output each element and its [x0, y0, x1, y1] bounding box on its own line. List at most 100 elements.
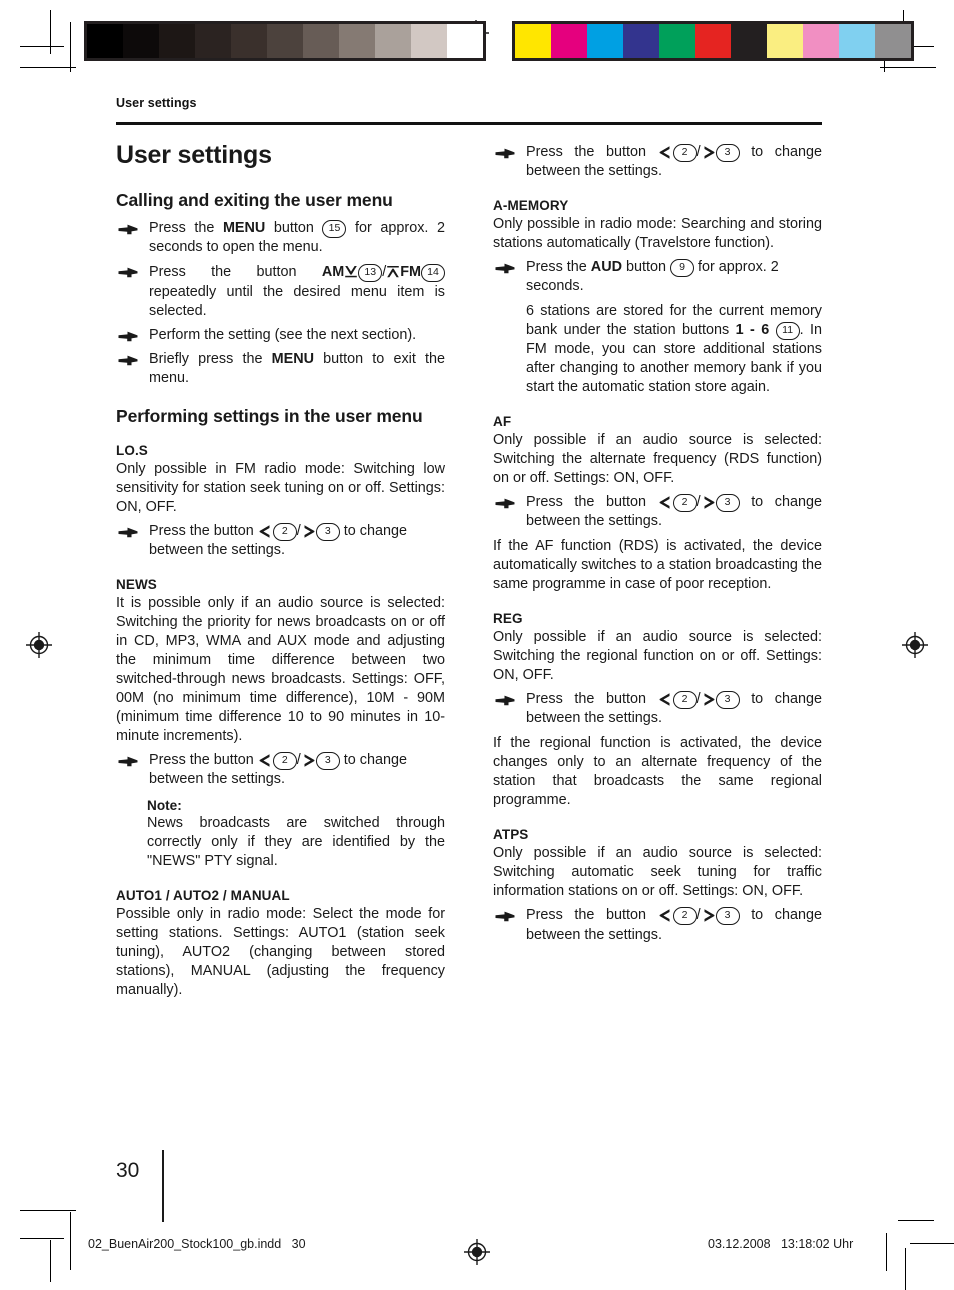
two-column-layout: User settings Calling and exiting the us…: [116, 138, 822, 1002]
setting-title-auto1-auto2-manual: AUTO1 / AUTO2 / MANUAL: [116, 888, 290, 904]
setting-description: Only possible if an audio source is sele…: [493, 845, 822, 900]
pointing-hand-icon: [495, 695, 515, 706]
arrow-right-icon: [701, 690, 716, 707]
reference-number-3: 3: [315, 523, 340, 542]
step-press-arrow-buttons: Press the button 2/3 to change between t…: [116, 751, 445, 789]
pointing-hand-icon: [118, 355, 138, 366]
arrow-right-icon: [301, 751, 316, 768]
setting-detail-paragraph: 6 stations are stored for the current me…: [526, 303, 823, 396]
setting-title-lo-s: LO.S: [116, 442, 148, 458]
arrow-right-icon: [701, 906, 716, 923]
page-content: User settings User settings Calling and …: [0, 0, 954, 1290]
pointing-hand-icon: [495, 263, 515, 274]
setting-title-atps: ATPS: [493, 827, 529, 843]
button-label-menu: MENU: [271, 350, 314, 367]
setting-description: Only possible if an audio source is sele…: [493, 629, 822, 684]
arrow-left-icon: [658, 906, 673, 923]
setting-title-af: AF: [493, 414, 512, 430]
section-heading-calling-exiting: Calling and exiting the user menu: [116, 189, 393, 210]
button-label-fm: FM: [400, 263, 421, 280]
reference-number-3: 3: [715, 907, 740, 926]
footer-datetime: 03.12.2008 13:18:02 Uhr: [708, 1237, 854, 1251]
pointing-hand-icon: [118, 756, 138, 767]
pointing-hand-icon: [118, 331, 138, 342]
reference-number-3: 3: [715, 691, 740, 710]
button-label-menu: MENU: [222, 219, 266, 236]
setting-description: Only possible in FM radio mode: Switchin…: [116, 460, 445, 515]
reference-number-14: 14: [421, 263, 445, 282]
reference-number-9: 9: [670, 259, 694, 278]
footer-filename: 02_BuenAir200_Stock100_gb.indd 30: [88, 1237, 306, 1251]
pointing-hand-icon: [118, 267, 138, 278]
arrow-left-icon: [258, 751, 273, 768]
setting-description: Possible only in radio mode: Select the …: [116, 906, 445, 999]
step-list: Press the button 2/3 to change between t…: [493, 493, 822, 531]
step-list: Press the button 2/3 to change between t…: [116, 522, 445, 560]
step-list: Press the AUD button 9 for approx. 2 sec…: [493, 258, 822, 296]
pointing-hand-icon: [495, 911, 515, 922]
setting-description: Only possible if an audio source is sele…: [493, 432, 822, 487]
step-press-arrow-buttons: Press the button 2/3 to change between t…: [493, 906, 822, 944]
step-list: Press the button 2/3 to change between t…: [493, 906, 822, 944]
setting-title-reg: REG: [493, 611, 523, 627]
step-press-arrow-buttons: Press the button 2/3 to change between t…: [493, 690, 822, 728]
arrow-left-icon: [658, 143, 673, 160]
step-list: Press the button 2/3 to change between t…: [493, 690, 822, 728]
reference-number-2: 2: [672, 691, 697, 710]
button-label-1-6: 1 - 6: [735, 322, 770, 339]
reference-number-2: 2: [672, 144, 697, 162]
step-item: Perform the setting (see the next sectio…: [116, 326, 445, 345]
step-press-arrow-buttons: Press the button 2/3 to change between t…: [493, 493, 822, 531]
reference-number-2: 2: [672, 494, 697, 513]
chevron-up-overline-icon: [386, 262, 400, 283]
page-number-rule: [162, 1150, 164, 1222]
chevron-down-underline-icon: [344, 262, 358, 283]
note-block: Note: News broadcasts are switched throug…: [147, 798, 445, 871]
arrow-right-icon: [701, 493, 716, 510]
setting-trailing-paragraph: If the regional function is activated, t…: [493, 735, 822, 809]
reference-number-13: 13: [358, 263, 383, 282]
step-item: Press the AUD button 9 for approx. 2 sec…: [493, 258, 822, 296]
pointing-hand-icon: [118, 527, 138, 538]
step-item: Press the button AM 13/FM 14 repeatedly un…: [116, 262, 445, 321]
step-list-lead: Press the button 2/3 to change between t…: [493, 143, 822, 181]
setting-trailing-paragraph: If the AF function (RDS) is activated, t…: [493, 538, 822, 593]
running-head: User settings: [116, 96, 197, 110]
reference-number-2: 2: [272, 752, 297, 771]
button-label-am: AM: [321, 263, 345, 280]
arrow-left-icon: [658, 493, 673, 510]
page-number: 30: [116, 1159, 140, 1182]
step-press-arrow-buttons: Press the button 2/3 to change between t…: [116, 522, 445, 560]
step-press-arrow-buttons: Press the button 2/3 to change between t…: [493, 143, 822, 181]
arrow-left-icon: [258, 522, 273, 539]
arrow-right-icon: [301, 522, 316, 539]
reference-number-2: 2: [672, 907, 697, 926]
reference-number-3: 3: [715, 144, 740, 162]
reference-number-11: 11: [775, 322, 800, 341]
settings-entry-list-left: LO.S Only possible in FM radio mode: Swit…: [116, 443, 445, 1000]
settings-entry-list-right: A-MEMORY Only possible in radio mode: Sea…: [493, 198, 822, 944]
reference-number-3: 3: [715, 494, 740, 513]
step-list: Press the button 2/3 to change between t…: [116, 751, 445, 789]
step-item: Briefly press the MENU button to exit th…: [116, 350, 445, 388]
right-column: Press the button 2/3 to change between t…: [493, 138, 822, 1002]
page-title: User settings: [116, 141, 272, 169]
reference-number-3: 3: [315, 752, 340, 771]
arrow-right-icon: [701, 143, 716, 160]
setting-description: Only possible in radio mode: Searching a…: [493, 216, 822, 252]
reference-number-15: 15: [322, 219, 347, 238]
step-item: Press the MENU button 15 for approx. 2 s…: [116, 219, 445, 257]
setting-description: It is possible only if an audio source i…: [116, 595, 445, 745]
note-body: News broadcasts are switched through cor…: [147, 815, 445, 870]
note-title: Note:: [147, 798, 182, 814]
reference-number-2: 2: [272, 523, 297, 542]
pointing-hand-icon: [118, 224, 138, 235]
setting-title-news: NEWS: [116, 577, 157, 593]
setting-title-a-memory: A-MEMORY: [493, 198, 569, 214]
left-column: User settings Calling and exiting the us…: [116, 138, 445, 1002]
arrow-left-icon: [658, 690, 673, 707]
step-list-calling-exiting: Press the MENU button 15 for approx. 2 s…: [116, 219, 445, 388]
section-heading-performing-settings: Performing settings in the user menu: [116, 405, 423, 426]
pointing-hand-icon: [495, 148, 515, 159]
pointing-hand-icon: [495, 498, 515, 509]
